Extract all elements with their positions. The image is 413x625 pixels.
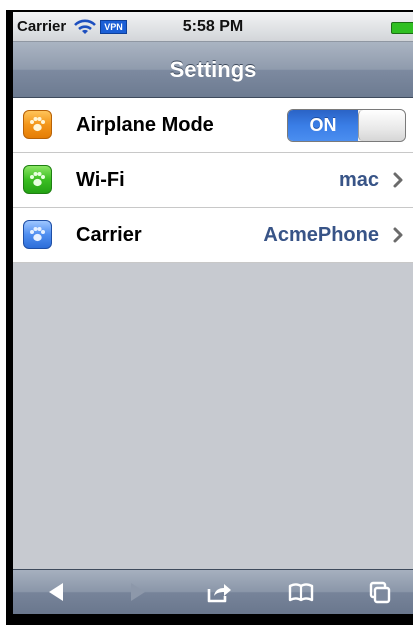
vpn-badge: VPN: [100, 19, 127, 34]
settings-row-carrier[interactable]: Carrier AcmePhone: [13, 208, 413, 263]
settings-row-label: Wi-Fi: [76, 168, 125, 191]
forward-icon[interactable]: [123, 579, 151, 605]
toggle-on-label: ON: [288, 110, 358, 141]
back-icon[interactable]: [43, 579, 71, 605]
battery-icon: [391, 22, 413, 34]
status-bar: Carrier VPN 5:58 PM: [13, 12, 413, 42]
carrier-name: Carrier: [17, 18, 67, 35]
airplane-mode-toggle[interactable]: ON: [287, 109, 406, 142]
settings-row-airplane-mode[interactable]: Airplane Mode ON: [13, 98, 413, 153]
status-time: 5:58 PM: [182, 17, 244, 35]
tabs-icon[interactable]: [365, 579, 393, 605]
settings-row-label: Carrier: [76, 223, 142, 246]
settings-row-wifi[interactable]: Wi-Fi mac: [13, 153, 413, 208]
empty-content-area: [13, 263, 413, 569]
wifi-icon: [74, 19, 97, 35]
green-paw-icon: [23, 165, 52, 194]
chevron-right-icon: [391, 170, 405, 190]
settings-table: Airplane Mode ON Wi-Fi mac Carrier AcmeP…: [13, 98, 413, 263]
chevron-right-icon: [391, 225, 405, 245]
bottom-toolbar: [13, 569, 413, 614]
bookmarks-icon[interactable]: [287, 579, 315, 605]
blue-paw-icon: [23, 220, 52, 249]
share-icon[interactable]: [205, 579, 233, 605]
orange-paw-icon: [23, 110, 52, 139]
settings-row-value: AcmePhone: [263, 223, 379, 246]
settings-row-value: mac: [338, 168, 379, 191]
navigation-bar: Settings: [13, 42, 413, 98]
toggle-knob[interactable]: [358, 110, 405, 141]
device-screen: Carrier VPN 5:58 PM Settings Airplane Mo…: [13, 12, 413, 614]
settings-row-label: Airplane Mode: [76, 113, 214, 136]
page-title: Settings: [169, 56, 257, 82]
